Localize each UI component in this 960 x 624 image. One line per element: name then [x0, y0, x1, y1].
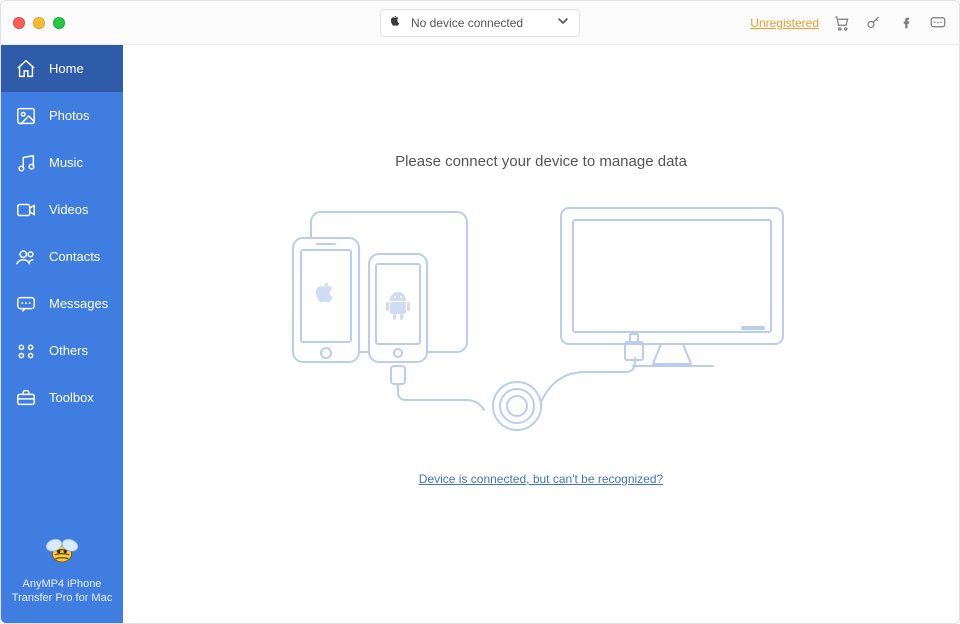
device-selector-label: No device connected	[411, 16, 549, 30]
sidebar-item-label: Contacts	[49, 249, 100, 264]
chevron-down-icon	[557, 14, 569, 32]
sidebar-nav: Home Photos Music	[1, 45, 123, 421]
sidebar-item-label: Music	[49, 155, 83, 170]
music-icon	[15, 152, 37, 174]
sidebar-item-photos[interactable]: Photos	[1, 92, 123, 139]
sidebar-item-label: Messages	[49, 296, 108, 311]
titlebar: No device connected Unregistered	[1, 1, 959, 45]
feedback-icon[interactable]	[929, 14, 947, 32]
unregistered-link[interactable]: Unregistered	[750, 16, 819, 30]
apple-icon	[391, 16, 403, 30]
app-body: Home Photos Music	[1, 45, 959, 623]
home-icon	[15, 58, 37, 80]
social-icon[interactable]	[897, 14, 915, 32]
window-minimize-button[interactable]	[33, 17, 45, 29]
sidebar-item-contacts[interactable]: Contacts	[1, 233, 123, 280]
sidebar-item-others[interactable]: Others	[1, 327, 123, 374]
brand-block: AnyMP4 iPhone Transfer Pro for Mac	[1, 523, 123, 623]
contacts-icon	[15, 246, 37, 268]
connect-headline: Please connect your device to manage dat…	[395, 153, 687, 170]
sidebar-item-home[interactable]: Home	[1, 45, 123, 92]
others-icon	[15, 340, 37, 362]
titlebar-actions: Unregistered	[750, 14, 947, 32]
window-zoom-button[interactable]	[53, 17, 65, 29]
window-close-button[interactable]	[13, 17, 25, 29]
device-selector[interactable]: No device connected	[380, 9, 580, 37]
sidebar: Home Photos Music	[1, 45, 123, 623]
sidebar-item-messages[interactable]: Messages	[1, 280, 123, 327]
sidebar-item-label: Others	[49, 343, 88, 358]
messages-icon	[15, 293, 37, 315]
window-controls	[13, 17, 65, 29]
sidebar-item-label: Photos	[49, 108, 89, 123]
photos-icon	[15, 105, 37, 127]
sidebar-item-videos[interactable]: Videos	[1, 186, 123, 233]
connect-illustration	[281, 206, 801, 436]
brand-logo-icon	[42, 533, 82, 567]
key-icon[interactable]	[865, 14, 883, 32]
toolbox-icon	[15, 387, 37, 409]
sidebar-item-music[interactable]: Music	[1, 139, 123, 186]
device-help-link[interactable]: Device is connected, but can't be recogn…	[419, 472, 663, 486]
videos-icon	[15, 199, 37, 221]
main-content: Please connect your device to manage dat…	[123, 45, 959, 623]
sidebar-item-label: Home	[49, 61, 84, 76]
sidebar-item-label: Videos	[49, 202, 89, 217]
sidebar-item-toolbox[interactable]: Toolbox	[1, 374, 123, 421]
brand-name: AnyMP4 iPhone Transfer Pro for Mac	[7, 577, 117, 605]
cart-icon[interactable]	[833, 14, 851, 32]
app-window: No device connected Unregistered	[0, 0, 960, 624]
sidebar-item-label: Toolbox	[49, 390, 94, 405]
